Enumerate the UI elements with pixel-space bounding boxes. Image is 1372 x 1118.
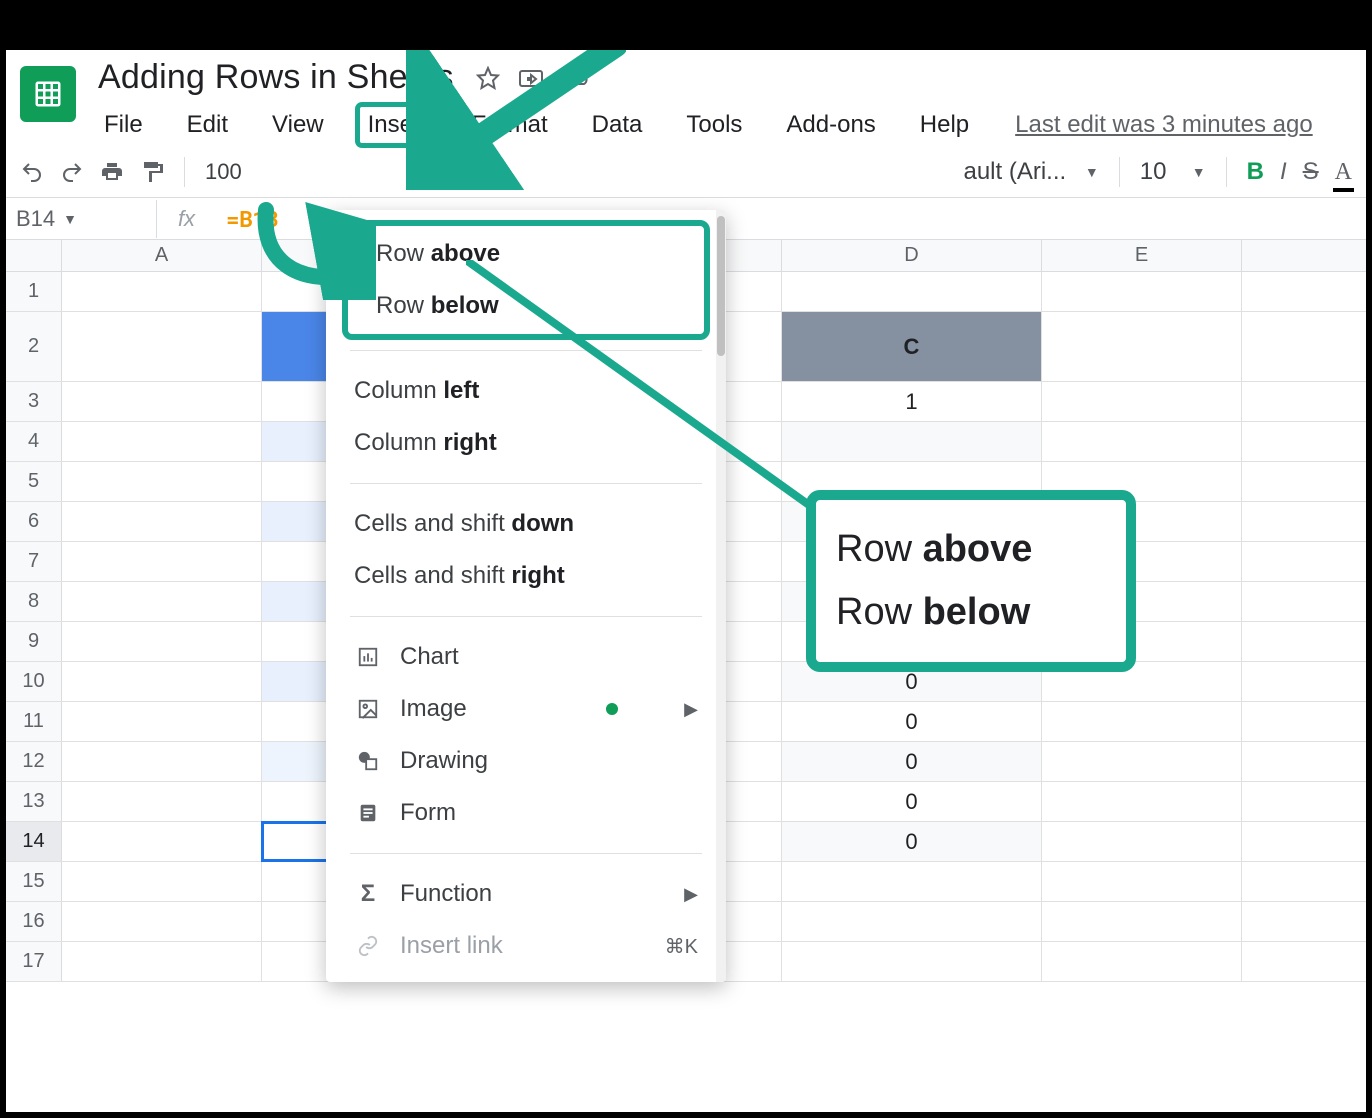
menu-drawing[interactable]: Drawing — [326, 735, 726, 787]
col-head-e[interactable]: E — [1042, 240, 1242, 271]
row-head[interactable]: 1 — [6, 272, 62, 311]
cloud-icon[interactable] — [562, 66, 592, 90]
menu-help[interactable]: Help — [912, 107, 977, 143]
insert-menu-dropdown: Row above Row below Column left Column r… — [326, 210, 726, 982]
cell-d14[interactable]: 0 — [782, 822, 1042, 861]
menu-file[interactable]: File — [96, 107, 151, 143]
row-head[interactable]: 3 — [6, 382, 62, 421]
print-icon[interactable] — [100, 160, 124, 184]
menu-column-left[interactable]: Column left — [326, 365, 726, 417]
cell-d13[interactable]: 0 — [782, 782, 1042, 821]
row-head[interactable]: 4 — [6, 422, 62, 461]
menu-shift-right[interactable]: Cells and shift right — [326, 550, 726, 602]
row-head[interactable]: 16 — [6, 902, 62, 941]
menu-edit[interactable]: Edit — [179, 107, 236, 143]
menu-image[interactable]: Image ▶ — [326, 683, 726, 735]
row-head[interactable]: 7 — [6, 542, 62, 581]
doc-title[interactable]: Adding Rows in Sheets — [94, 56, 458, 99]
menu-tools[interactable]: Tools — [678, 107, 750, 143]
menu-form[interactable]: Form — [326, 787, 726, 839]
menu-view[interactable]: View — [264, 107, 332, 143]
menu-column-right[interactable]: Column right — [326, 417, 726, 469]
menu-format[interactable]: Format — [464, 107, 556, 143]
menu-addons[interactable]: Add-ons — [778, 107, 883, 143]
row-head[interactable]: 5 — [6, 462, 62, 501]
new-badge-icon — [606, 703, 618, 715]
row-head[interactable]: 6 — [6, 502, 62, 541]
cell-d11[interactable]: 0 — [782, 702, 1042, 741]
fx-label: fx — [156, 200, 216, 238]
cell-d12[interactable]: 0 — [782, 742, 1042, 781]
row-head[interactable]: 11 — [6, 702, 62, 741]
menu-data[interactable]: Data — [584, 107, 651, 143]
menu-chart[interactable]: Chart — [326, 631, 726, 683]
col-head-a[interactable]: A — [62, 240, 262, 271]
last-edit-link[interactable]: Last edit was 3 minutes ago — [1015, 111, 1313, 139]
row-head[interactable]: 17 — [6, 942, 62, 981]
header-col-c[interactable]: C — [782, 312, 1042, 381]
redo-icon[interactable] — [60, 160, 84, 184]
strikethrough-button[interactable]: S — [1303, 158, 1319, 186]
text-color-button[interactable]: A — [1335, 159, 1352, 186]
move-to-folder-icon[interactable] — [518, 66, 544, 90]
sigma-icon: Σ — [354, 880, 382, 908]
row-head[interactable]: 9 — [6, 622, 62, 661]
menu-insert[interactable]: Insert — [360, 107, 436, 143]
menu-shift-down[interactable]: Cells and shift down — [326, 498, 726, 550]
menu-function[interactable]: Σ Function ▶ — [326, 868, 726, 920]
row-head[interactable]: 2 — [6, 312, 62, 381]
menu-insert-link: Insert link ⌘K — [326, 920, 726, 972]
submenu-arrow-icon: ▶ — [684, 699, 698, 720]
sheets-icon — [33, 79, 63, 109]
undo-icon[interactable] — [20, 160, 44, 184]
italic-button[interactable]: I — [1280, 158, 1287, 186]
row-head[interactable]: 13 — [6, 782, 62, 821]
image-icon — [354, 695, 382, 723]
chart-icon — [354, 643, 382, 671]
annotation-row-options-highlight: Row above Row below — [342, 220, 710, 340]
row-head[interactable]: 15 — [6, 862, 62, 901]
form-icon — [354, 799, 382, 827]
row-head[interactable]: 14 — [6, 822, 62, 861]
font-size-select[interactable]: 10 ▼ — [1140, 158, 1206, 186]
font-family-select[interactable]: ault (Ari... ▼ — [963, 158, 1098, 186]
zoom-select[interactable]: 100 — [205, 159, 242, 185]
star-icon[interactable] — [476, 66, 500, 90]
paint-format-icon[interactable] — [140, 160, 164, 184]
row-head[interactable]: 12 — [6, 742, 62, 781]
menu-row-below[interactable]: Row below — [348, 280, 704, 332]
annotation-callout: Row above Row below — [806, 490, 1136, 672]
name-box[interactable]: B14▼ — [6, 200, 156, 238]
drawing-icon — [354, 747, 382, 775]
link-icon — [354, 932, 382, 960]
cell-d3[interactable]: 1 — [782, 382, 1042, 421]
row-head[interactable]: 8 — [6, 582, 62, 621]
submenu-arrow-icon: ▶ — [684, 884, 698, 905]
row-head[interactable]: 10 — [6, 662, 62, 701]
dropdown-scrollbar[interactable] — [716, 210, 726, 982]
sheets-logo[interactable] — [20, 66, 76, 122]
select-all-corner[interactable] — [6, 240, 62, 271]
bold-button[interactable]: B — [1247, 158, 1264, 186]
menu-row-above[interactable]: Row above — [348, 228, 704, 280]
col-head-d[interactable]: D — [782, 240, 1042, 271]
